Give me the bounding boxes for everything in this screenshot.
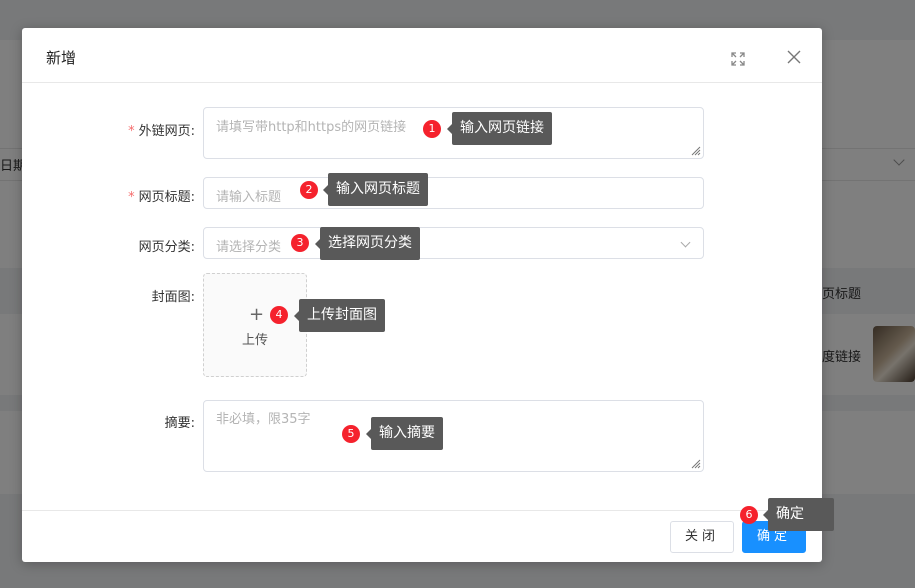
title-input[interactable]: 请输入标题 [203, 177, 704, 209]
close-button[interactable]: 关闭 [670, 521, 734, 553]
link-label: * 外链网页: [128, 124, 195, 139]
guide-badge-5: 5 [342, 425, 360, 443]
chevron-down-icon [680, 237, 691, 248]
cover-upload[interactable]: + 上传 [203, 273, 307, 377]
category-placeholder: 请选择分类 [216, 240, 282, 255]
dialog-footer: 关闭 确定 [22, 510, 822, 562]
category-label: 网页分类: [138, 240, 195, 255]
resize-grip-icon[interactable] [689, 457, 701, 469]
required-mark: * [128, 190, 135, 205]
summary-textarea[interactable]: 非必填，限35字 [203, 400, 704, 472]
guide-badge-1: 1 [423, 120, 441, 138]
guide-tip-2: 输入网页标题 [323, 173, 428, 206]
guide-badge-2: 2 [300, 181, 318, 199]
dialog-title: 新增 [46, 49, 77, 67]
category-select[interactable]: 请选择分类 [203, 227, 704, 259]
guide-badge-4: 4 [270, 306, 288, 324]
upload-label: 上传 [241, 333, 268, 348]
add-dialog: 新增 * 外链网页: 请填写带http和https的网页链接 * 网页标题: 请输入… [22, 28, 822, 562]
guide-tip-4: 上传封面图 [294, 299, 385, 332]
guide-tip-3: 选择网页分类 [315, 227, 420, 260]
title-placeholder: 请输入标题 [216, 190, 282, 205]
title-label: * 网页标题: [128, 190, 195, 205]
guide-tip-6: 确定 [763, 498, 834, 531]
summary-label: 摘要: [164, 416, 195, 431]
required-mark: * [128, 124, 135, 139]
plus-icon: + [249, 304, 265, 325]
fullscreen-icon[interactable] [730, 51, 746, 67]
guide-tip-5: 输入摘要 [366, 417, 443, 450]
link-placeholder: 请填写带http和https的网页链接 [216, 120, 407, 135]
summary-placeholder: 非必填，限35字 [216, 412, 311, 427]
close-icon[interactable] [785, 48, 803, 66]
guide-tip-1: 输入网页链接 [447, 112, 552, 145]
guide-badge-6: 6 [740, 506, 758, 524]
cover-label: 封面图: [151, 290, 195, 305]
dialog-header: 新增 [22, 28, 822, 83]
resize-grip-icon[interactable] [689, 144, 701, 156]
guide-badge-3: 3 [291, 234, 309, 252]
